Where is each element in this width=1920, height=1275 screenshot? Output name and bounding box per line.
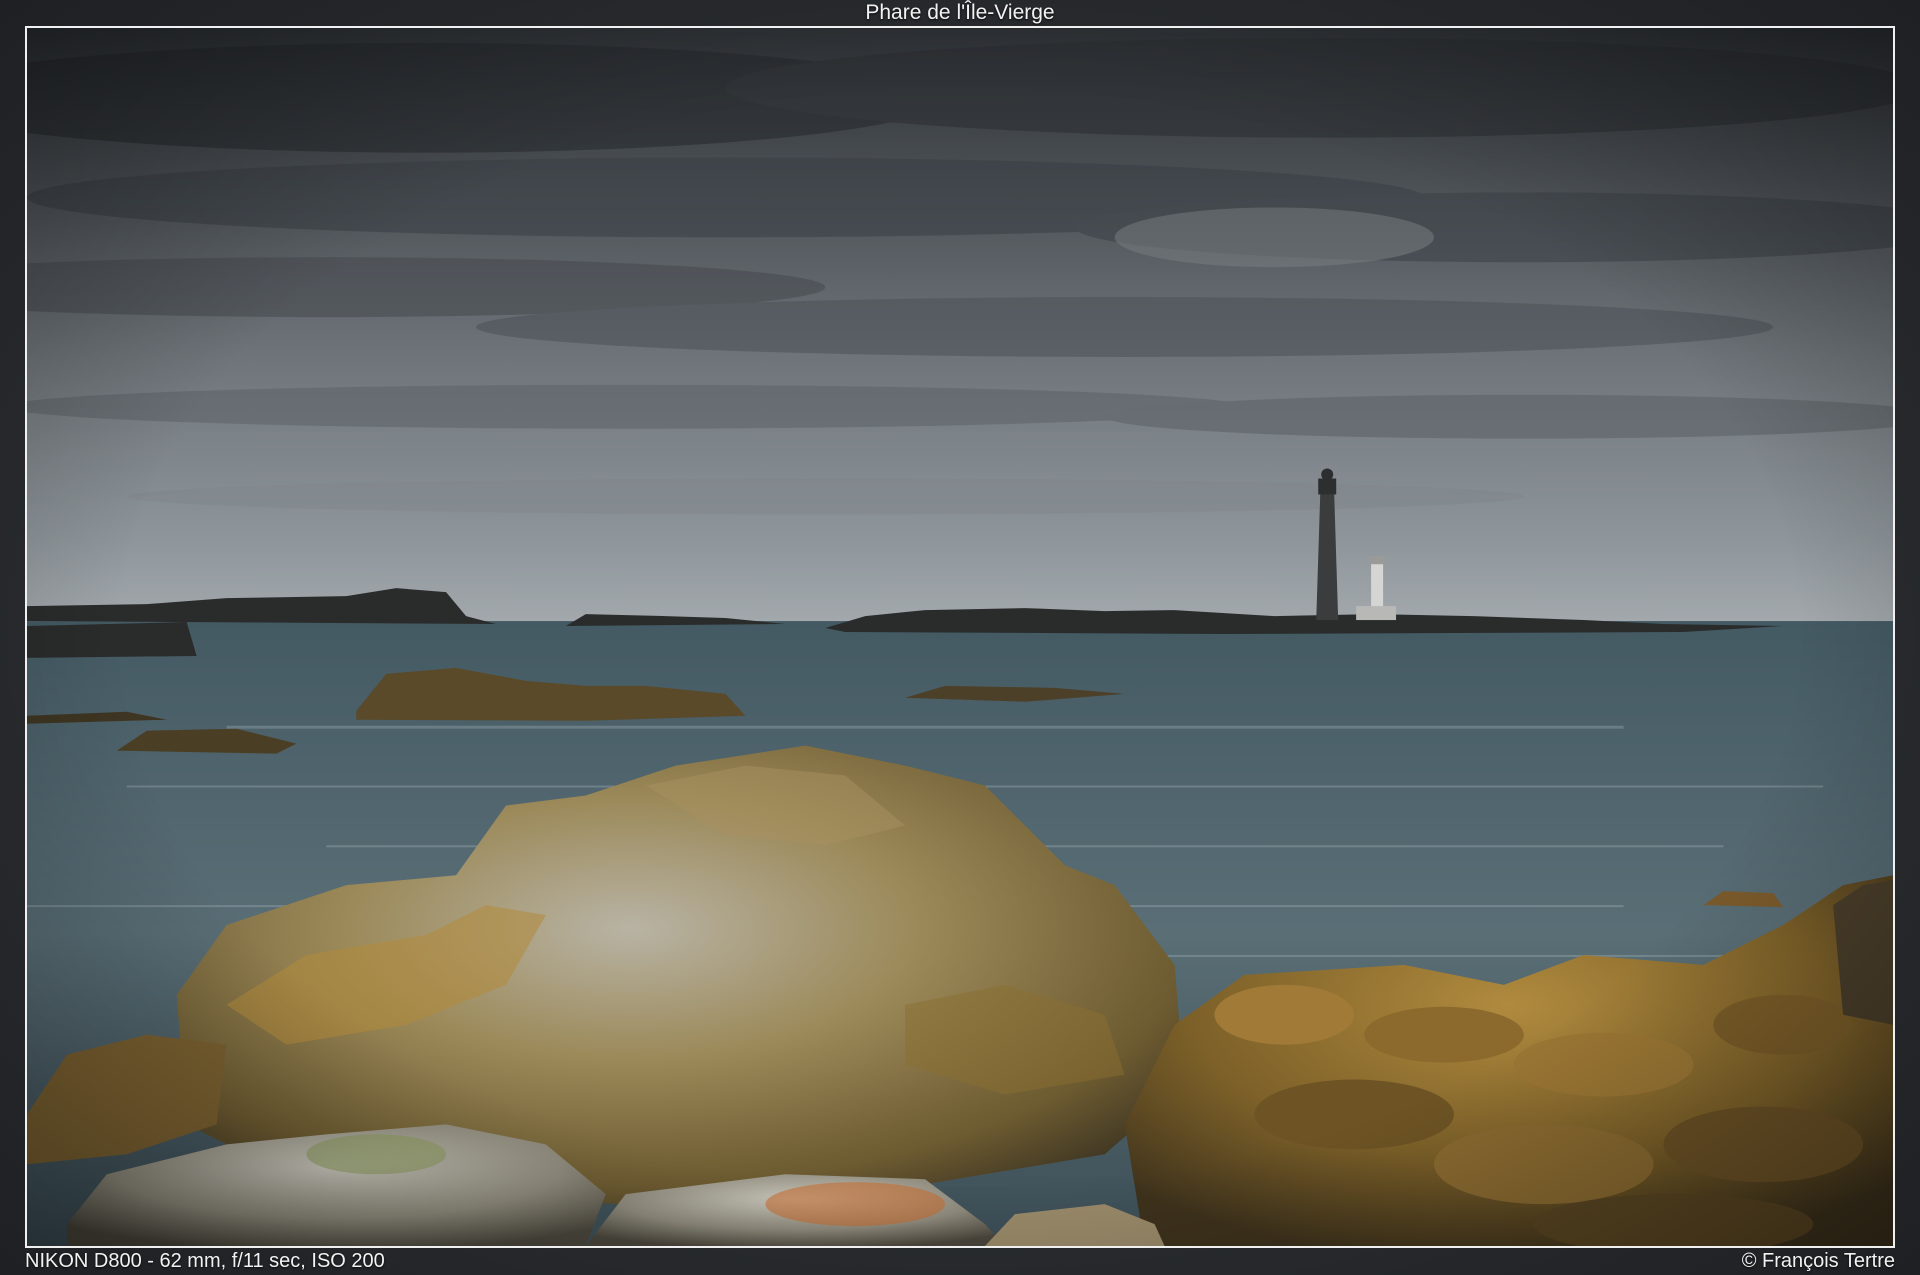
photo-title: Phare de l'Île-Vierge — [865, 1, 1055, 24]
photo-viewer: Phare de l'Île-Vierge NIKON D800 - 62 mm… — [0, 0, 1920, 1275]
exif-caption: NIKON D800 - 62 mm, f/11 sec, ISO 200 — [25, 1250, 385, 1272]
photo-image — [25, 26, 1895, 1248]
copyright-caption: © François Tertre — [1741, 1250, 1895, 1272]
vignette — [27, 28, 1893, 1246]
